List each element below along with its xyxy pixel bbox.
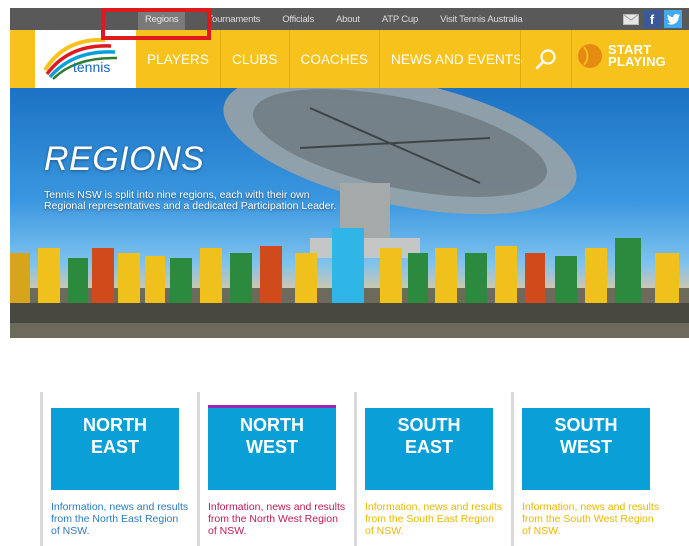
hero-banner: REGIONS Tennis NSW is split into nine re… xyxy=(10,88,689,338)
nav-divider xyxy=(288,30,290,88)
twitter-icon[interactable] xyxy=(664,10,682,28)
utility-nav-about[interactable]: About xyxy=(336,14,360,25)
region-description[interactable]: Information, news and results from the S… xyxy=(522,501,660,537)
region-cards: NORTH EAST Information, news and results… xyxy=(40,392,689,546)
region-description[interactable]: Information, news and results from the N… xyxy=(208,501,346,537)
email-icon[interactable] xyxy=(622,10,640,28)
svg-text:tennis: tennis xyxy=(73,59,110,75)
region-tile-line1: SOUTH xyxy=(554,415,618,435)
nav-news-and-events[interactable]: NEWS AND EVENTS xyxy=(391,52,522,67)
search-button[interactable] xyxy=(520,30,572,88)
nav-divider xyxy=(378,30,380,88)
region-tile[interactable]: NORTH EAST xyxy=(51,408,179,490)
page-title: REGIONS xyxy=(44,140,205,178)
region-description[interactable]: Information, news and results from the N… xyxy=(51,501,189,537)
region-tile-line1: SOUTH xyxy=(397,415,461,435)
highlight-box xyxy=(101,8,211,40)
region-tile-line2: WEST xyxy=(246,437,298,457)
region-tile[interactable]: SOUTH EAST xyxy=(365,408,493,490)
region-tile[interactable]: NORTH WEST xyxy=(208,405,336,490)
region-card-south-east[interactable]: SOUTH EAST Information, news and results… xyxy=(354,392,507,546)
nav-divider xyxy=(219,30,221,88)
region-description[interactable]: Information, news and results from the S… xyxy=(365,501,503,537)
hero-image xyxy=(10,88,689,338)
facebook-icon[interactable]: f xyxy=(643,10,661,28)
hero-description: Tennis NSW is split into nine regions, e… xyxy=(44,189,337,212)
nav-clubs[interactable]: CLUBS xyxy=(232,52,278,67)
search-icon xyxy=(535,49,556,70)
utility-nav-atp-cup[interactable]: ATP Cup xyxy=(382,14,418,25)
region-card-north-east[interactable]: NORTH EAST Information, news and results… xyxy=(40,392,193,546)
region-tile-line2: WEST xyxy=(560,437,612,457)
start-playing-button[interactable]: START PLAYING xyxy=(578,43,666,69)
region-tile-line2: EAST xyxy=(404,437,453,457)
social-links: f xyxy=(622,10,682,28)
utility-nav-visit-tennis-australia[interactable]: Visit Tennis Australia xyxy=(440,14,523,25)
region-tile-line2: EAST xyxy=(90,437,139,457)
region-card-north-west[interactable]: NORTH WEST Information, news and results… xyxy=(197,392,350,546)
nav-coaches[interactable]: COACHES xyxy=(301,52,368,67)
tennis-ball-icon xyxy=(578,44,602,68)
utility-nav-tournaments[interactable]: Tournaments xyxy=(207,14,260,25)
utility-nav-officials[interactable]: Officials xyxy=(282,14,314,25)
region-tile-line1: NORTH xyxy=(240,415,304,435)
region-tile[interactable]: SOUTH WEST xyxy=(522,408,650,490)
region-tile-line1: NORTH xyxy=(83,415,147,435)
region-card-south-west[interactable]: SOUTH WEST Information, news and results… xyxy=(511,392,664,546)
playing-label: PLAYING xyxy=(608,54,666,69)
nav-players[interactable]: PLAYERS xyxy=(147,52,209,67)
